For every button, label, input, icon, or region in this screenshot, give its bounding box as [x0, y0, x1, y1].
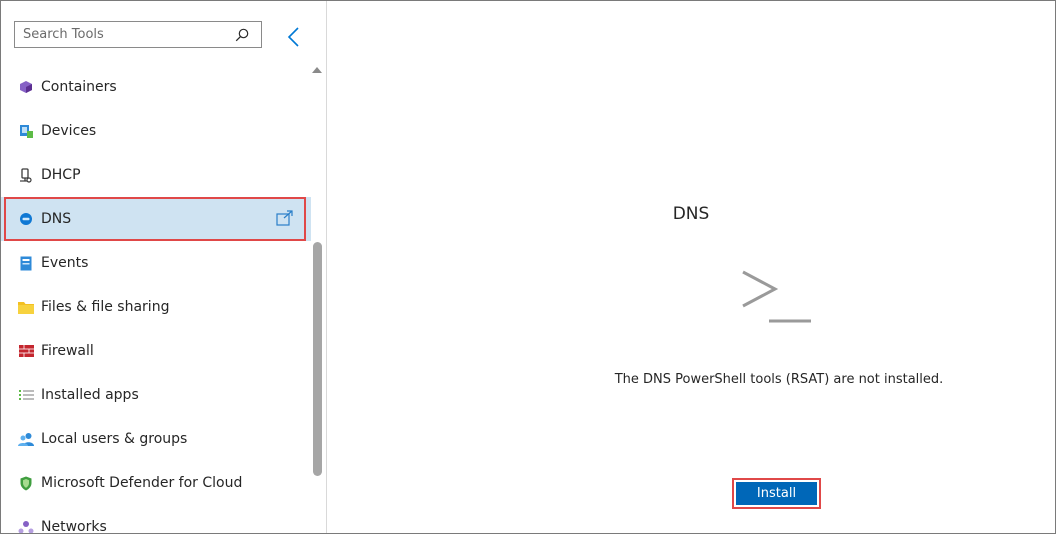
app-window: Containers Devices DHCP DNS — [0, 0, 1056, 534]
search-icon[interactable] — [235, 28, 249, 42]
sidebar-item-label: Installed apps — [41, 387, 139, 403]
not-installed-message: The DNS PowerShell tools (RSAT) are not … — [614, 372, 944, 387]
sidebar-item-label: Microsoft Defender for Cloud — [41, 475, 243, 491]
list-icon — [18, 387, 34, 403]
shield-icon — [18, 475, 34, 491]
tools-sidebar: Containers Devices DHCP DNS — [1, 1, 327, 533]
sidebar-item-containers[interactable]: Containers — [1, 65, 311, 109]
sidebar-item-files[interactable]: Files & file sharing — [1, 285, 311, 329]
sidebar-scrollbar[interactable] — [313, 242, 322, 476]
firewall-icon — [18, 343, 34, 359]
sidebar-item-label: Local users & groups — [41, 431, 188, 447]
sidebar-item-label: Events — [41, 255, 89, 271]
dhcp-icon — [18, 167, 34, 183]
sidebar-item-label: Networks — [41, 519, 107, 533]
sidebar-item-local-users[interactable]: Local users & groups — [1, 417, 311, 461]
dns-icon — [18, 211, 34, 227]
tool-content-panel: DNS The DNS PowerShell tools (RSAT) are … — [327, 1, 1055, 533]
sidebar-item-label: Firewall — [41, 343, 94, 359]
open-in-new-window-icon[interactable] — [276, 210, 294, 226]
sidebar-item-label: Containers — [41, 79, 117, 95]
events-icon — [18, 255, 34, 271]
sidebar-item-label: Devices — [41, 123, 97, 139]
sidebar-item-devices[interactable]: Devices — [1, 109, 311, 153]
sidebar-item-installed-apps[interactable]: Installed apps — [1, 373, 311, 417]
sidebar-item-label: DHCP — [41, 167, 81, 183]
sidebar-item-defender[interactable]: Microsoft Defender for Cloud — [1, 461, 311, 505]
devices-icon — [18, 123, 34, 139]
tools-list: Containers Devices DHCP DNS Events Files… — [1, 65, 311, 533]
install-button[interactable]: Install — [736, 482, 817, 505]
network-icon — [18, 519, 34, 533]
search-box[interactable] — [14, 21, 262, 48]
sidebar-item-events[interactable]: Events — [1, 241, 311, 285]
powershell-prompt-icon — [742, 270, 811, 323]
folder-icon — [18, 299, 34, 315]
page-title: DNS — [672, 204, 710, 224]
scroll-up-arrow-icon[interactable] — [312, 67, 322, 73]
users-icon — [18, 431, 34, 447]
collapse-sidebar-icon[interactable] — [284, 25, 304, 49]
sidebar-item-dns[interactable]: DNS — [1, 197, 311, 241]
sidebar-item-firewall[interactable]: Firewall — [1, 329, 311, 373]
containers-icon — [18, 79, 34, 95]
sidebar-item-dhcp[interactable]: DHCP — [1, 153, 311, 197]
sidebar-item-networks[interactable]: Networks — [1, 505, 311, 533]
sidebar-item-label: DNS — [41, 211, 72, 227]
search-input[interactable] — [15, 22, 233, 47]
sidebar-item-label: Files & file sharing — [41, 299, 170, 315]
install-button-highlight: Install — [732, 478, 821, 509]
